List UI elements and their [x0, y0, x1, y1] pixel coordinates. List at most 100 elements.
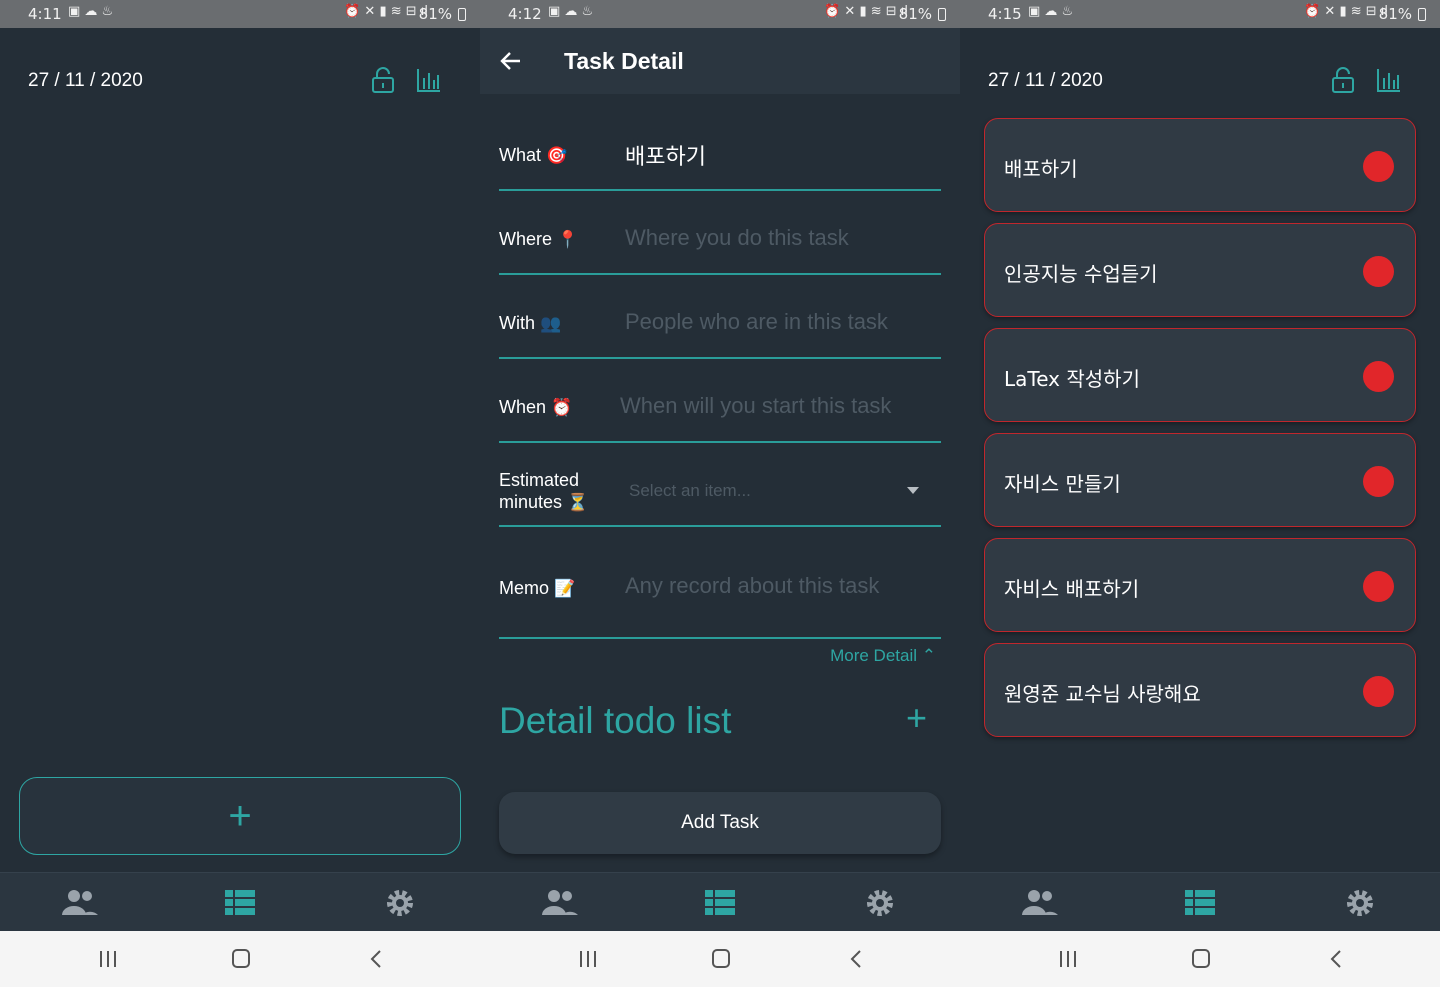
status-time: 4:15	[988, 5, 1022, 23]
where-label: Where 📍	[499, 229, 579, 249]
recent-apps-icon[interactable]	[95, 947, 121, 971]
dropdown-arrow-icon[interactable]	[907, 487, 919, 495]
task-card[interactable]: 원영준 교수님 사랑해요	[984, 643, 1416, 737]
when-label: When ⏰	[499, 397, 573, 417]
memo-input[interactable]: Any record about this task	[625, 573, 879, 599]
task-card[interactable]: LaTex 작성하기	[984, 328, 1416, 422]
people-icon[interactable]	[1020, 885, 1060, 921]
status-time: 4:11	[28, 5, 62, 23]
system-status-icons: ⏰ ✕ ▮ ≋ ⊟ ıl	[1304, 4, 1388, 19]
bar-chart-icon[interactable]	[416, 66, 442, 94]
bottom-nav	[480, 872, 960, 931]
priority-dot[interactable]	[1363, 466, 1394, 497]
back-icon[interactable]	[844, 947, 870, 971]
system-status-icons: ⏰ ✕ ▮ ≋ ⊟ ıl	[344, 4, 428, 19]
settings-icon[interactable]	[1340, 885, 1380, 921]
what-field[interactable]: What 🎯 배포하기	[499, 122, 941, 191]
chevron-up-icon: ⌃	[921, 646, 936, 665]
what-label: What 🎯	[499, 145, 568, 165]
memo-icon: 📝	[554, 579, 576, 598]
memo-label: Memo 📝	[499, 578, 576, 598]
task-title: 인공지능 수업듣기	[1004, 262, 1158, 286]
arrow-back-icon[interactable]	[498, 48, 524, 74]
battery-icon	[938, 8, 946, 21]
battery-level: 81%	[1378, 5, 1412, 23]
when-field[interactable]: When ⏰ When will you start this task	[499, 374, 941, 443]
pin-icon: 📍	[557, 230, 579, 249]
estimated-minutes-field[interactable]: Estimated minutes ⏳ Select an item...	[499, 458, 941, 527]
bar-chart-icon[interactable]	[1376, 66, 1402, 94]
bottom-nav	[960, 872, 1440, 931]
settings-icon[interactable]	[380, 885, 420, 921]
with-field[interactable]: With 👥 People who are in this task	[499, 290, 941, 359]
list-icon[interactable]	[1180, 885, 1220, 921]
detail-todo-title: Detail todo list	[499, 700, 732, 741]
alarm-clock-icon: ⏰	[551, 398, 573, 417]
with-input[interactable]: People who are in this task	[625, 309, 888, 335]
screens: 4:11 ▣ ☁ ♨ ⏰ ✕ ▮ ≋ ⊟ ıl 81% 27 / 11 / 20…	[0, 0, 1440, 987]
people-icon[interactable]	[60, 885, 100, 921]
task-card[interactable]: 배포하기	[984, 118, 1416, 212]
where-input[interactable]: Where you do this task	[625, 225, 849, 251]
task-title: 배포하기	[1004, 157, 1078, 181]
priority-dot[interactable]	[1363, 361, 1394, 392]
recent-apps-icon[interactable]	[1055, 947, 1081, 971]
status-bar: 4:12 ▣ ☁ ♨ ⏰ ✕ ▮ ≋ ⊟ ıl 81%	[480, 0, 960, 28]
priority-dot[interactable]	[1363, 151, 1394, 182]
status-time: 4:12	[508, 5, 542, 23]
home-screen-tasks: 4:15 ▣ ☁ ♨ ⏰ ✕ ▮ ≋ ⊟ ıl 81% 27 / 11 / 20…	[960, 0, 1440, 987]
with-label: With 👥	[499, 313, 562, 333]
bottom-nav	[0, 872, 480, 931]
people-icon: 👥	[540, 314, 562, 333]
battery-level: 81%	[898, 5, 932, 23]
add-detail-todo-button[interactable]: +	[906, 700, 927, 736]
page-title: Task Detail	[564, 48, 684, 74]
date-label: 27 / 11 / 2020	[988, 70, 1103, 91]
notification-icons: ▣ ☁ ♨	[68, 4, 114, 19]
notification-icons: ▣ ☁ ♨	[548, 4, 594, 19]
back-icon[interactable]	[1324, 947, 1350, 971]
where-field[interactable]: Where 📍 Where you do this task	[499, 206, 941, 275]
task-title: LaTex 작성하기	[1004, 367, 1140, 391]
task-title: 자비스 만들기	[1004, 472, 1121, 496]
add-task-button[interactable]: Add Task	[499, 792, 941, 854]
back-icon[interactable]	[364, 947, 390, 971]
lock-open-icon[interactable]	[1330, 66, 1356, 94]
system-nav-bar	[480, 931, 960, 987]
priority-dot[interactable]	[1363, 571, 1394, 602]
task-card[interactable]: 인공지능 수업듣기	[984, 223, 1416, 317]
task-detail-screen: 4:12 ▣ ☁ ♨ ⏰ ✕ ▮ ≋ ⊟ ıl 81% Task Detail …	[480, 0, 960, 987]
task-card[interactable]: 자비스 만들기	[984, 433, 1416, 527]
what-input-value[interactable]: 배포하기	[625, 139, 706, 171]
system-nav-bar	[0, 931, 480, 987]
recent-apps-icon[interactable]	[575, 947, 601, 971]
lock-open-icon[interactable]	[370, 66, 396, 94]
estimated-select[interactable]: Select an item...	[629, 481, 751, 501]
task-title: 자비스 배포하기	[1004, 577, 1140, 601]
when-input[interactable]: When will you start this task	[620, 393, 891, 419]
priority-dot[interactable]	[1363, 676, 1394, 707]
list-icon[interactable]	[220, 885, 260, 921]
date-label: 27 / 11 / 2020	[28, 70, 143, 91]
estimated-label: Estimated minutes ⏳	[499, 470, 589, 512]
home-icon[interactable]	[228, 947, 254, 971]
memo-field[interactable]: Memo 📝 Any record about this task	[499, 542, 941, 639]
home-icon[interactable]	[1188, 947, 1214, 971]
battery-icon	[458, 8, 466, 21]
notification-icons: ▣ ☁ ♨	[1028, 4, 1074, 19]
list-icon[interactable]	[700, 885, 740, 921]
settings-icon[interactable]	[860, 885, 900, 921]
target-icon: 🎯	[546, 146, 568, 165]
plus-icon: +	[228, 794, 252, 838]
app-bar: Task Detail	[480, 28, 960, 94]
home-screen-empty: 4:11 ▣ ☁ ♨ ⏰ ✕ ▮ ≋ ⊟ ıl 81% 27 / 11 / 20…	[0, 0, 480, 987]
status-bar: 4:11 ▣ ☁ ♨ ⏰ ✕ ▮ ≋ ⊟ ıl 81%	[0, 0, 480, 28]
priority-dot[interactable]	[1363, 256, 1394, 287]
battery-level: 81%	[418, 5, 452, 23]
status-bar: 4:15 ▣ ☁ ♨ ⏰ ✕ ▮ ≋ ⊟ ıl 81%	[960, 0, 1440, 28]
people-icon[interactable]	[540, 885, 580, 921]
task-card[interactable]: 자비스 배포하기	[984, 538, 1416, 632]
more-detail-toggle[interactable]: More Detail ⌃	[830, 646, 936, 666]
add-task-card-button[interactable]: +	[19, 777, 461, 855]
home-icon[interactable]	[708, 947, 734, 971]
